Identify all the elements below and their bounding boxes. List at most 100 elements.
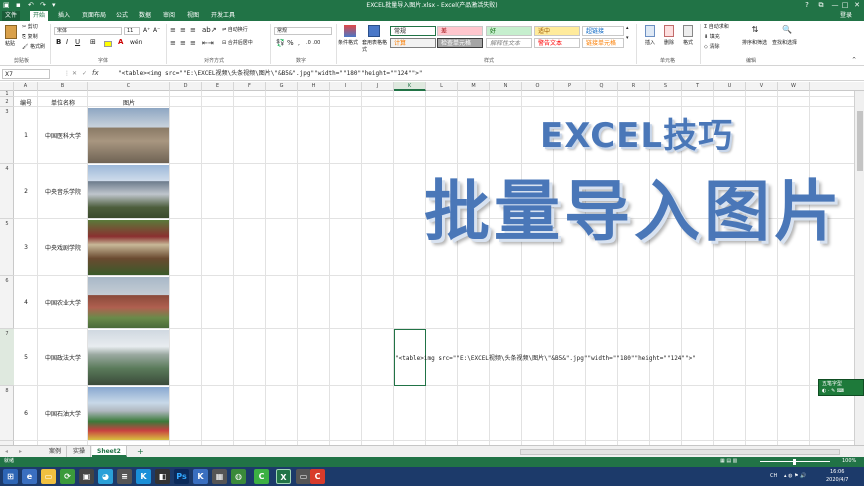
column-header[interactable]: R — [618, 82, 650, 91]
column-header[interactable]: J — [362, 82, 394, 91]
column-header[interactable]: F — [234, 82, 266, 91]
number-format-select[interactable]: 常规 — [274, 27, 332, 35]
sheet-prev-icon[interactable]: ◂ — [0, 446, 13, 457]
start-icon[interactable]: ⊞ — [3, 469, 18, 484]
orientation-icon[interactable]: ab↗ — [202, 27, 217, 34]
fill-button[interactable]: ⬇ 填充 — [704, 34, 720, 41]
cut-button[interactable]: ✂ 剪切 — [22, 24, 38, 31]
cell-style-6[interactable]: 检查单元格 — [437, 38, 483, 48]
conditional-formatting-button[interactable]: 条件格式 — [338, 40, 358, 47]
header-cell-picture[interactable]: 图片 — [88, 97, 170, 107]
cell-style-4[interactable]: 超链接 — [582, 26, 624, 36]
collapse-ribbon-icon[interactable]: ^ — [852, 57, 856, 64]
tab-formulas[interactable]: 公式 — [113, 11, 131, 21]
column-header[interactable]: B — [38, 82, 88, 91]
tab-review[interactable]: 审阅 — [160, 11, 178, 21]
find-select-button[interactable]: 查找和选择 — [772, 40, 797, 47]
delete-cells-icon[interactable] — [664, 25, 674, 37]
currency-icon[interactable]: 💱 % — [276, 40, 294, 47]
cell-style-1[interactable]: 差 — [437, 26, 483, 36]
app6-taskbar-icon[interactable]: K — [193, 469, 208, 484]
sort-filter-button[interactable]: 排序和筛选 — [742, 40, 767, 47]
photoshop-taskbar-icon[interactable]: Ps — [174, 469, 189, 484]
tab-developer[interactable]: 开发工具 — [208, 11, 238, 21]
styles-scroll-up-icon[interactable]: ▴ — [626, 25, 629, 32]
university-photo[interactable] — [88, 330, 169, 385]
column-header[interactable]: E — [202, 82, 234, 91]
font-name-select[interactable]: 宋体 — [54, 27, 122, 35]
university-photo[interactable] — [88, 220, 169, 275]
sort-filter-icon[interactable]: ⇅ — [750, 25, 760, 37]
zoom-level[interactable]: 100% — [842, 458, 856, 465]
format-as-table-button[interactable]: 套用表格格式 — [362, 40, 388, 54]
cell-style-5[interactable]: 计算 — [390, 38, 436, 48]
column-header[interactable]: I — [330, 82, 362, 91]
phonetic-icon[interactable]: wén — [130, 39, 142, 46]
browser-taskbar-icon[interactable]: ◕ — [98, 469, 113, 484]
delete-cells-button[interactable]: 删除 — [664, 40, 674, 47]
app5-taskbar-icon[interactable]: ◧ — [155, 469, 170, 484]
cell-style-0[interactable]: 常规 — [390, 26, 436, 36]
cancel-entry-icon[interactable]: ✕ — [72, 70, 77, 77]
insert-cells-icon[interactable] — [645, 25, 655, 37]
excel-taskbar-icon[interactable]: X — [276, 469, 291, 484]
align-right-icon[interactable]: ≡ — [190, 40, 196, 47]
italic-button[interactable]: I — [66, 39, 68, 46]
find-select-icon[interactable]: 🔍 — [782, 25, 792, 37]
add-sheet-button[interactable]: + — [132, 446, 149, 457]
tab-page-layout[interactable]: 页面布局 — [79, 11, 109, 21]
login-link[interactable]: 登录 — [840, 11, 852, 21]
indent-icon[interactable]: ⇤⇥ — [202, 40, 214, 47]
align-bottom-icon[interactable]: ≡ — [190, 27, 196, 34]
camtasia-recorder-taskbar-icon[interactable]: C — [310, 469, 325, 484]
tab-data[interactable]: 数据 — [136, 11, 154, 21]
row-id-cell[interactable]: 5 — [14, 329, 38, 386]
comma-style-icon[interactable]: , — [298, 40, 300, 47]
column-header[interactable]: W — [778, 82, 810, 91]
sheet-next-icon[interactable]: ▸ — [14, 446, 27, 457]
format-painter-button[interactable]: 🖌 格式刷 — [22, 44, 45, 51]
fill-color-icon[interactable] — [104, 41, 112, 47]
bold-button[interactable]: B — [56, 39, 61, 46]
column-header[interactable]: P — [554, 82, 586, 91]
app9-taskbar-icon[interactable]: ▭ — [296, 469, 311, 484]
tab-home[interactable]: 开始 — [30, 11, 49, 21]
sheet-tab-practice[interactable]: 实操 — [68, 446, 92, 457]
university-photo[interactable] — [88, 277, 169, 328]
unit-name-cell[interactable]: 中央戏剧学院 — [38, 219, 88, 276]
help-button[interactable]: ? — [800, 0, 814, 11]
conditional-formatting-icon[interactable] — [344, 25, 356, 37]
tray-time[interactable]: 16:06 — [830, 469, 844, 476]
camtasia-taskbar-icon[interactable]: C — [254, 469, 269, 484]
formula-input[interactable]: "<table><img src=""E:\EXCEL视频\头条视频\图片\"&… — [118, 69, 422, 79]
align-top-icon[interactable]: ≡ — [170, 27, 176, 34]
confirm-entry-icon[interactable]: ✓ — [82, 70, 87, 77]
shrink-font-icon[interactable]: A⁻ — [153, 27, 160, 34]
column-header[interactable]: U — [714, 82, 746, 91]
unit-name-cell[interactable]: 中国石油大学 — [38, 386, 88, 441]
column-header[interactable]: G — [266, 82, 298, 91]
grow-font-icon[interactable]: A⁺ — [143, 27, 150, 34]
app2-taskbar-icon[interactable]: ▣ — [79, 469, 94, 484]
column-header[interactable]: C — [88, 82, 170, 91]
unit-name-cell[interactable]: 中国医科大学 — [38, 107, 88, 164]
app7-taskbar-icon[interactable]: ▦ — [212, 469, 227, 484]
header-cell-name[interactable]: 单位名称 — [38, 97, 88, 107]
university-photo[interactable] — [88, 108, 169, 163]
app3-taskbar-icon[interactable]: ≡ — [117, 469, 132, 484]
align-middle-icon[interactable]: ≡ — [180, 27, 186, 34]
wrap-text-button[interactable]: ⇌ 自动换行 — [222, 27, 248, 34]
format-cells-icon[interactable] — [683, 25, 693, 37]
paste-button[interactable]: 粘贴 — [5, 41, 15, 48]
scrollbar-thumb[interactable] — [857, 111, 863, 171]
column-header[interactable]: N — [490, 82, 522, 91]
cell-style-7[interactable]: 解释性文本 — [486, 38, 532, 48]
close-button[interactable]: ✕ — [850, 0, 864, 11]
row-id-cell[interactable]: 6 — [14, 386, 38, 441]
tab-file[interactable]: 文件 — [2, 11, 21, 21]
autosum-button[interactable]: Σ 自动求和 — [704, 24, 729, 31]
column-header[interactable]: O — [522, 82, 554, 91]
zoom-slider-thumb[interactable] — [793, 459, 796, 465]
name-box[interactable]: X7 — [2, 69, 50, 79]
copy-button[interactable]: ⎘ 复制 — [22, 34, 38, 41]
